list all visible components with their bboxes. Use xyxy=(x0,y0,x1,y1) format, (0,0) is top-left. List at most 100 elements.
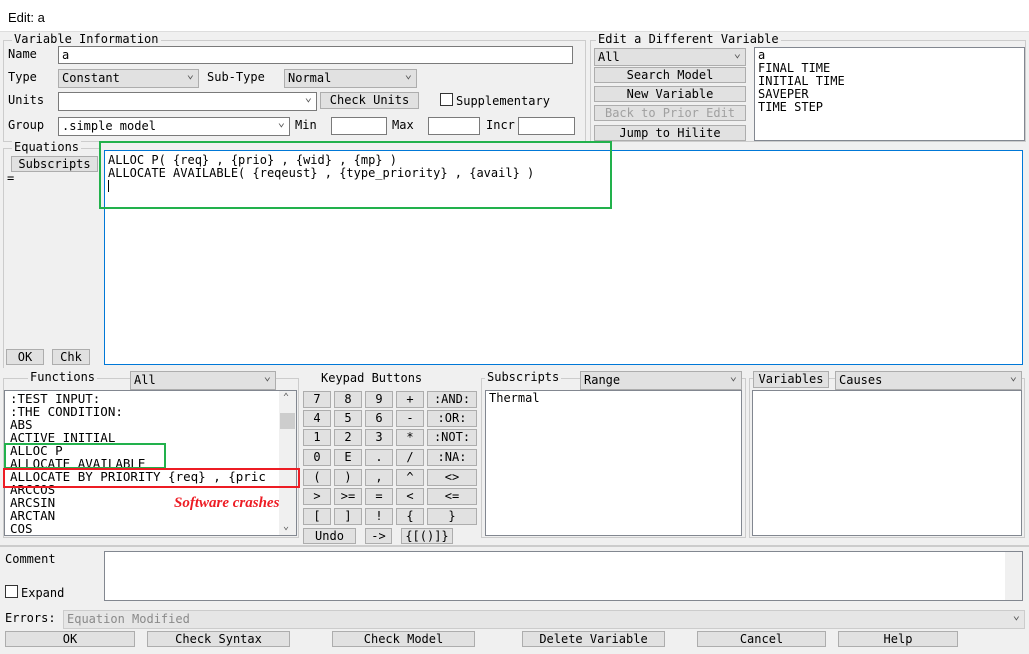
red-highlight-box xyxy=(3,468,300,488)
units-input[interactable] xyxy=(58,90,317,111)
keypad-key[interactable]: . xyxy=(365,449,393,466)
keypad-key[interactable]: 3 xyxy=(365,429,393,446)
help-button[interactable]: Help xyxy=(838,631,958,647)
keypad-key[interactable]: ) xyxy=(334,469,362,486)
type-select[interactable]: Constant xyxy=(58,67,199,88)
equation-chk-button[interactable]: Chk xyxy=(52,349,90,365)
list-item[interactable]: COS xyxy=(10,522,293,535)
scroll-down-icon[interactable]: ⌄ xyxy=(283,520,289,533)
keypad-key[interactable]: >= xyxy=(334,488,362,505)
keypad-key[interactable]: = xyxy=(365,488,393,505)
subscripts-filter-select[interactable]: Range xyxy=(580,369,742,390)
keypad-key[interactable]: , xyxy=(365,469,393,486)
green-highlight-box xyxy=(99,141,612,209)
variable-filter-select[interactable]: All xyxy=(594,46,746,66)
scrollbar-thumb[interactable] xyxy=(280,413,295,429)
group-select[interactable]: .simple model xyxy=(58,115,290,136)
functions-filter-select[interactable]: All xyxy=(130,369,276,390)
variables-button[interactable]: Variables xyxy=(753,371,829,388)
crash-annotation: Software crashes xyxy=(174,495,280,511)
check-syntax-button[interactable]: Check Syntax xyxy=(147,631,290,647)
supplementary-checkbox[interactable] xyxy=(440,93,453,106)
new-variable-button[interactable]: New Variable xyxy=(594,86,746,102)
causes-list[interactable] xyxy=(752,390,1022,536)
keypad-key[interactable]: 9 xyxy=(365,391,393,408)
list-item[interactable]: TIME STEP xyxy=(758,101,1021,114)
keypad-key[interactable]: 5 xyxy=(334,410,362,427)
keypad-key[interactable]: :NA: xyxy=(427,449,477,466)
functions-scrollbar[interactable]: ⌃ ⌄ xyxy=(279,391,296,535)
keypad-key[interactable]: ] xyxy=(334,508,362,525)
comment-scrollbar[interactable] xyxy=(1005,552,1022,600)
keypad-key[interactable]: 7 xyxy=(303,391,331,408)
functions-label: Functions xyxy=(28,370,98,384)
search-model-button[interactable]: Search Model xyxy=(594,67,746,83)
keypad-key[interactable]: ( xyxy=(303,469,331,486)
keypad-key[interactable]: :NOT: xyxy=(427,429,477,446)
errors-field[interactable]: Equation Modified xyxy=(63,608,1025,629)
equations-label: Equations xyxy=(12,140,82,154)
name-input[interactable]: a xyxy=(58,46,573,64)
window-title: Edit: a xyxy=(0,0,1029,32)
min-label: Min xyxy=(295,118,317,132)
keypad-key[interactable]: <= xyxy=(427,488,477,505)
keypad-key[interactable]: <> xyxy=(427,469,477,486)
group-label: Group xyxy=(8,118,45,132)
check-units-button[interactable]: Check Units xyxy=(320,92,419,109)
name-label: Name xyxy=(8,47,37,61)
keypad-key[interactable]: 6 xyxy=(365,410,393,427)
keypad-key[interactable]: [ xyxy=(303,508,331,525)
keypad-key[interactable]: :OR: xyxy=(427,410,477,427)
brackets-button[interactable]: {[()]} xyxy=(401,528,453,544)
keypad-key[interactable]: :AND: xyxy=(427,391,477,408)
variable-list[interactable]: a FINAL TIME INITIAL TIME SAVEPER TIME STEP xyxy=(754,47,1025,141)
keypad-key[interactable]: + xyxy=(396,391,424,408)
ok-button[interactable]: OK xyxy=(5,631,135,647)
keypad-key[interactable]: E xyxy=(334,449,362,466)
divider xyxy=(0,545,1029,547)
keypad-key[interactable]: 2 xyxy=(334,429,362,446)
check-model-button[interactable]: Check Model xyxy=(332,631,475,647)
scroll-up-icon[interactable]: ⌃ xyxy=(283,391,289,404)
list-item[interactable]: Thermal xyxy=(489,392,738,405)
keypad-key[interactable]: } xyxy=(427,508,477,525)
list-item[interactable]: :THE CONDITION: xyxy=(10,405,293,418)
keypad-key[interactable]: ^ xyxy=(396,469,424,486)
subscripts-label: Subscripts xyxy=(485,370,562,384)
keypad-key[interactable]: { xyxy=(396,508,424,525)
keypad-key[interactable]: 8 xyxy=(334,391,362,408)
green-highlight-box xyxy=(4,443,166,469)
subtype-select[interactable]: Normal xyxy=(284,67,417,88)
max-label: Max xyxy=(392,118,414,132)
expand-checkbox[interactable] xyxy=(5,585,18,598)
subtype-label: Sub-Type xyxy=(207,70,265,84)
edit-different-label: Edit a Different Variable xyxy=(596,32,781,46)
incr-label: Incr xyxy=(486,118,515,132)
back-to-prior-edit-button[interactable]: Back to Prior Edit xyxy=(594,105,746,121)
comment-textarea[interactable] xyxy=(104,551,1023,601)
cancel-button[interactable]: Cancel xyxy=(697,631,826,647)
min-input[interactable] xyxy=(331,117,387,135)
keypad-key[interactable]: * xyxy=(396,429,424,446)
incr-input[interactable] xyxy=(518,117,575,135)
keypad-key[interactable]: < xyxy=(396,488,424,505)
keypad-key[interactable]: ! xyxy=(365,508,393,525)
keypad-key[interactable]: 0 xyxy=(303,449,331,466)
keypad-key[interactable]: / xyxy=(396,449,424,466)
expand-label: Expand xyxy=(21,586,65,600)
type-label: Type xyxy=(8,70,37,84)
arrow-button[interactable]: -> xyxy=(365,528,392,544)
keypad-key[interactable]: - xyxy=(396,410,424,427)
subscripts-button[interactable]: Subscripts xyxy=(11,156,98,172)
keypad-label: Keypad Buttons xyxy=(321,371,423,385)
keypad-key[interactable]: 4 xyxy=(303,410,331,427)
equation-ok-button[interactable]: OK xyxy=(6,349,44,365)
keypad-key[interactable]: 1 xyxy=(303,429,331,446)
keypad-key[interactable]: > xyxy=(303,488,331,505)
undo-button[interactable]: Undo xyxy=(303,528,356,544)
subscripts-list[interactable]: Thermal xyxy=(485,390,742,536)
jump-to-hilite-button[interactable]: Jump to Hilite xyxy=(594,125,746,141)
delete-variable-button[interactable]: Delete Variable xyxy=(522,631,665,647)
variables-filter-select[interactable]: Causes xyxy=(835,369,1022,390)
max-input[interactable] xyxy=(428,117,480,135)
